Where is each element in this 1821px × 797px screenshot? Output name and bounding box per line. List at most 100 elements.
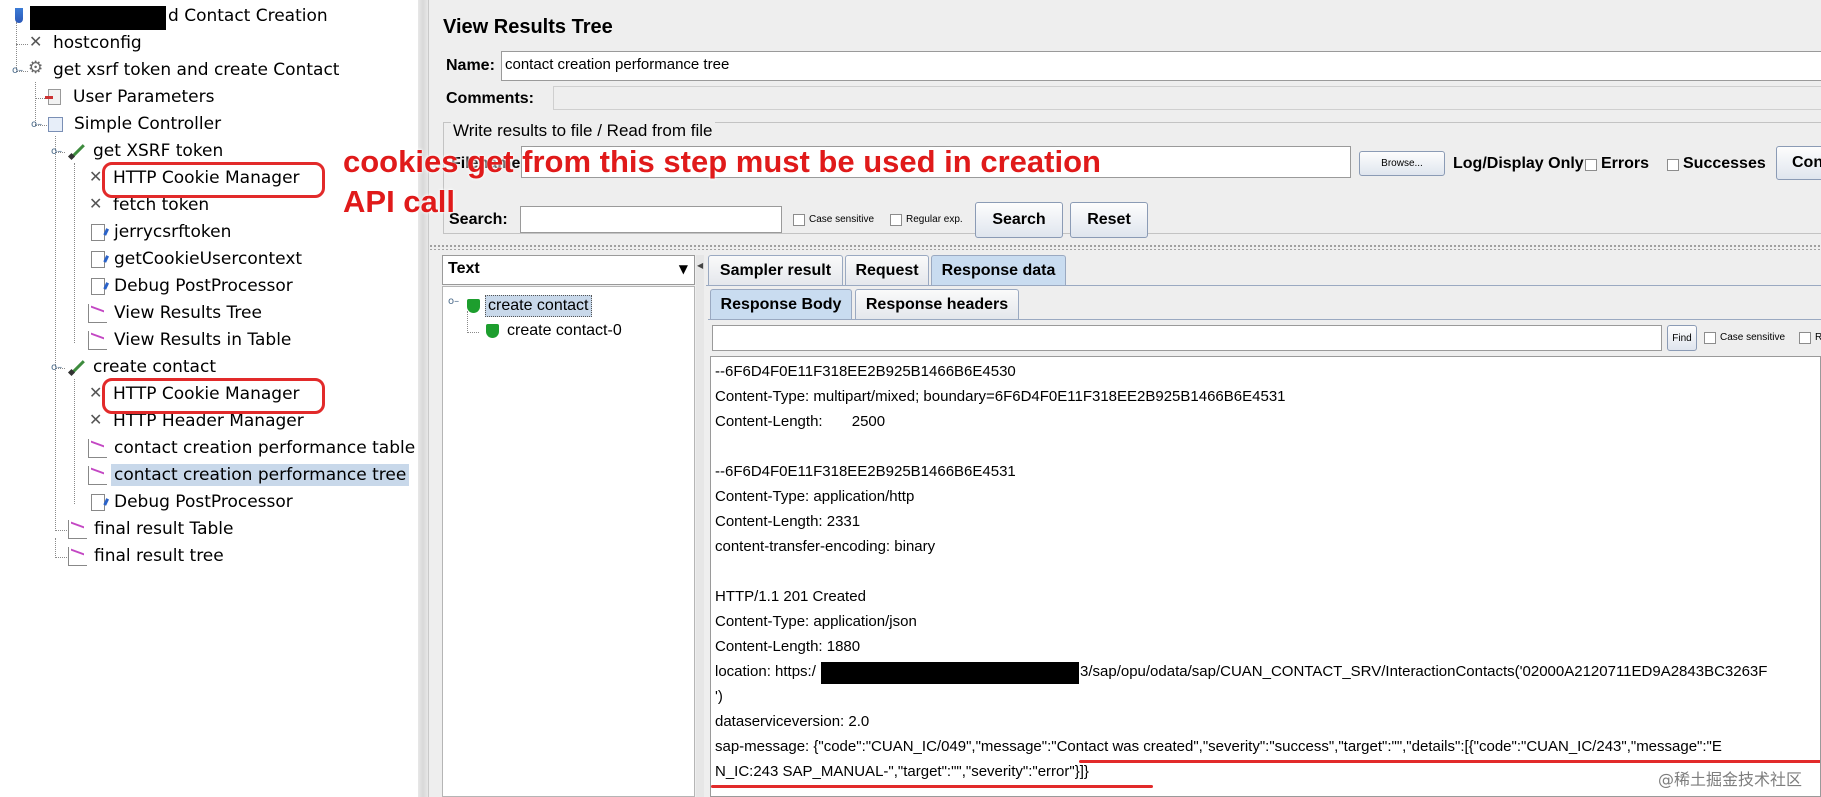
postprocessor-icon [91, 223, 105, 241]
tree-item-label: getCookieUsercontext [114, 249, 303, 269]
name-field[interactable]: contact creation performance tree [501, 51, 1821, 81]
collapse-icon: ◀ [697, 261, 704, 270]
case-sensitive-label: Case sensitive [809, 214, 875, 225]
listener-icon [88, 303, 107, 323]
tree-item-perf-table[interactable]: contact creation performance table [88, 435, 418, 461]
expand-toggle[interactable]: o– [51, 362, 62, 373]
log-display-label: Log/Display Only: [1453, 155, 1590, 172]
errors-label: Errors [1601, 155, 1650, 172]
tab-request[interactable]: Request [845, 255, 929, 285]
postprocessor-icon [91, 250, 105, 268]
response-line: content-transfer-encoding: binary [715, 538, 936, 555]
panel-title: View Results Tree [443, 16, 613, 38]
test-plan-tree: o– o– o– o– d Contact Creation hostconfi… [0, 0, 418, 797]
comments-field[interactable] [553, 86, 1821, 110]
response-line: Content-Type: multipart/mixed; boundary=… [715, 388, 1286, 405]
tab-response-data[interactable]: Response data [931, 255, 1066, 285]
file-group-title: Write results to file / Read from file [451, 121, 715, 141]
successes-checkbox[interactable] [1667, 159, 1679, 171]
expand-toggle[interactable]: o– [31, 119, 42, 130]
comments-label: Comments: [446, 90, 535, 107]
tree-item-root-label[interactable]: d Contact Creation [168, 3, 328, 29]
tree-item-debug-postprocessor[interactable]: Debug PostProcessor [88, 273, 296, 299]
postprocessor-icon [91, 493, 105, 511]
tree-item-view-results-table[interactable]: View Results in Table [88, 327, 294, 353]
response-line: Content-Length: 2500 [715, 413, 886, 430]
tree-item-label: get XSRF token [93, 141, 224, 161]
case-sensitive-checkbox[interactable] [793, 214, 805, 226]
tree-item-final-tree[interactable]: final result tree [68, 543, 227, 569]
listener-icon [68, 546, 87, 566]
split-pane-divider[interactable] [418, 0, 428, 797]
tab-response-body[interactable]: Response Body [710, 289, 852, 319]
renderer-value: Text [448, 260, 480, 277]
search-input[interactable] [520, 206, 782, 233]
errors-checkbox[interactable] [1585, 159, 1597, 171]
renderer-select[interactable]: Text ▼ [442, 255, 695, 285]
sampler-icon [68, 142, 86, 160]
tree-item-thread-group[interactable]: get xsrf token and create Contact [28, 57, 342, 83]
response-line: N_IC:243 SAP_MANUAL-","target":"","sever… [715, 763, 1089, 780]
tree-item-label: hostconfig [53, 33, 142, 53]
tree-item-label: Debug PostProcessor [114, 492, 293, 512]
split-pane-divider[interactable] [429, 244, 1821, 250]
browse-button[interactable]: Browse... [1359, 151, 1445, 176]
find-case-sensitive-label: Case sensitive [1720, 332, 1786, 343]
config-element-icon [28, 32, 46, 52]
response-body-text[interactable]: --6F6D4F0E11F318EE2B925B1466B6E4530 Cont… [710, 356, 1821, 797]
reset-button[interactable]: Reset [1070, 202, 1148, 238]
tree-item-debug-postprocessor[interactable]: Debug PostProcessor [88, 489, 296, 515]
tree-item-label: final result tree [94, 546, 224, 566]
success-shield-icon [486, 324, 499, 338]
find-regex-checkbox[interactable] [1799, 332, 1811, 344]
listener-icon [88, 465, 107, 485]
response-line: sap-message: {"code":"CUAN_IC/049","mess… [715, 738, 1722, 755]
tree-item-get-xsrf-token[interactable]: get XSRF token [68, 138, 226, 164]
find-input[interactable] [712, 325, 1662, 351]
tree-item-label: View Results in Table [114, 330, 292, 350]
tree-item-jerrycsrftoken[interactable]: jerrycsrftoken [88, 219, 234, 245]
response-line: Content-Type: application/json [715, 613, 917, 630]
tree-item-label: create contact [93, 357, 216, 377]
expand-toggle[interactable]: o– [51, 146, 62, 157]
sample-label: create contact [485, 295, 592, 317]
response-line: Content-Type: application/http [715, 488, 915, 505]
preprocessor-icon [45, 89, 61, 105]
configure-button[interactable]: Con [1776, 146, 1821, 180]
tree-item-view-results-tree[interactable]: View Results Tree [88, 300, 265, 326]
redacted-host [821, 662, 1079, 684]
tree-item-hostconfig[interactable]: hostconfig [28, 30, 145, 56]
tab-sampler-result[interactable]: Sampler result [708, 255, 843, 285]
tree-item-user-parameters[interactable]: User Parameters [45, 84, 217, 110]
highlight-oval [102, 378, 325, 414]
name-label: Name: [446, 57, 495, 74]
search-button[interactable]: Search [975, 202, 1063, 238]
sample-item-create-contact-0[interactable]: create contact-0 [486, 322, 622, 340]
tree-item-simple-controller[interactable]: Simple Controller [48, 111, 224, 137]
tree-item-label: User Parameters [73, 87, 215, 107]
tree-item-perf-tree[interactable]: contact creation performance tree [88, 462, 410, 488]
split-pane-divider[interactable]: ◀ [696, 255, 704, 797]
expand-toggle[interactable]: o– [12, 65, 23, 76]
tree-item-final-table[interactable]: final result Table [68, 516, 237, 542]
response-line: Content-Length: 1880 [715, 638, 861, 655]
response-line: Content-Length: 2331 [715, 513, 861, 530]
regex-checkbox[interactable] [890, 214, 902, 226]
response-line: dataserviceversion: 2.0 [715, 713, 870, 730]
tree-item-label: contact creation performance tree [111, 464, 410, 486]
find-button[interactable]: Find [1667, 325, 1697, 351]
tree-item-create-contact[interactable]: create contact [68, 354, 219, 380]
tree-item-get-cookie-usercontext[interactable]: getCookieUsercontext [88, 246, 305, 272]
annotation-line-2: API call [343, 184, 455, 219]
tab-response-headers[interactable]: Response headers [855, 289, 1019, 319]
annotation-line-1: cookies get from this step must be used … [343, 144, 1101, 179]
response-line: --6F6D4F0E11F318EE2B925B1466B6E4530 [715, 363, 1016, 380]
sample-item-create-contact[interactable]: create contact [467, 295, 592, 317]
response-location-suffix: 3/sap/opu/odata/sap/CUAN_CONTACT_SRV/Int… [1080, 663, 1768, 680]
listener-icon [88, 438, 107, 458]
postprocessor-icon [91, 277, 105, 295]
expand-toggle[interactable]: o– [448, 296, 459, 307]
successes-label: Successes [1683, 155, 1766, 172]
find-case-sensitive-checkbox[interactable] [1704, 332, 1716, 344]
tree-item-label: final result Table [94, 519, 234, 539]
